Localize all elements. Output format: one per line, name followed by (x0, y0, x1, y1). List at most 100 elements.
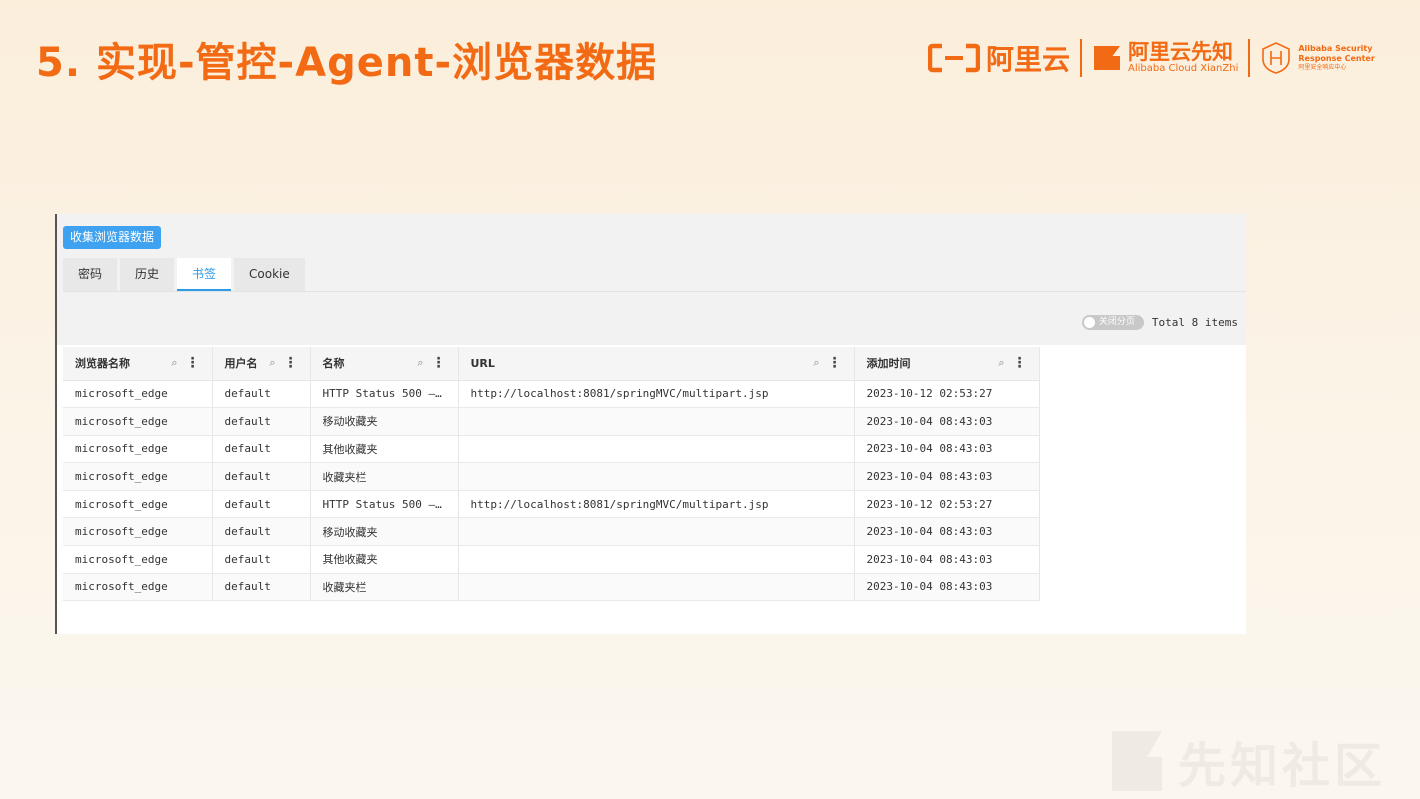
column-header-url[interactable]: URL ⌕ ⋮ (458, 347, 855, 381)
shield-icon (1262, 42, 1291, 74)
tab-passwords[interactable]: 密码 (63, 258, 118, 291)
slide-title: 5. 实现-管控-Agent-浏览器数据 (36, 40, 658, 86)
cell-username: default (212, 573, 311, 602)
table-row[interactable]: microsoft_edge default 其他收藏夹 2023-10-04 … (63, 435, 1040, 464)
asrc-logo: Alibaba Security Response Center 阿里安全响应中… (1260, 41, 1375, 75)
cell-username: default (212, 407, 311, 436)
xianzhi-logo-cn: 阿里云先知 (1128, 40, 1234, 64)
table-row[interactable]: microsoft_edge default 移动收藏夹 2023-10-04 … (63, 517, 1040, 547)
table-row[interactable]: microsoft_edge default 其他收藏夹 2023-10-04 … (63, 545, 1040, 574)
more-vertical-icon[interactable]: ⋮ (828, 355, 842, 371)
cell-url (458, 435, 855, 464)
xianzhi-mark-icon (1094, 46, 1121, 70)
column-header-added-time[interactable]: 添加时间 ⌕ ⋮ (854, 347, 1040, 381)
column-header-browser[interactable]: 浏览器名称 ⌕ ⋮ (63, 347, 213, 381)
cell-name: 移动收藏夹 (310, 407, 459, 436)
table-row[interactable]: microsoft_edge default 收藏夹栏 2023-10-04 0… (63, 573, 1040, 602)
browser-data-panel: 收集浏览器数据 密码 历史 书签 Cookie 关闭分页 Total 8 ite… (55, 214, 1246, 634)
column-header-username[interactable]: 用户名 ⌕ ⋮ (212, 347, 311, 381)
column-title: URL (470, 356, 495, 370)
cell-browser: microsoft_edge (63, 380, 213, 409)
cell-url: http://localhost:8081/springMVC/multipar… (458, 380, 855, 409)
cell-browser: microsoft_edge (63, 545, 213, 574)
xianzhi-watermark: 先知社区 (1108, 726, 1386, 796)
cell-name: HTTP Status 500 – … (310, 380, 459, 409)
search-icon[interactable]: ⌕ (269, 356, 275, 370)
more-vertical-icon[interactable]: ⋮ (1013, 355, 1027, 371)
cell-added-time: 2023-10-04 08:43:03 (854, 435, 1040, 464)
toggle-knob (1083, 317, 1095, 328)
cell-username: default (212, 380, 311, 409)
pagination-row: 关闭分页 Total 8 items (1081, 315, 1238, 330)
cell-name: 移动收藏夹 (310, 517, 459, 547)
cell-added-time: 2023-10-04 08:43:03 (854, 545, 1040, 574)
tab-bookmarks[interactable]: 书签 (177, 258, 232, 291)
asrc-logo-en-2: Response Center (1298, 54, 1375, 63)
pagination-toggle[interactable]: 关闭分页 (1081, 315, 1144, 330)
cell-added-time: 2023-10-04 08:43:03 (854, 517, 1040, 547)
total-items: Total 8 items (1151, 316, 1238, 329)
collect-browser-data-button[interactable]: 收集浏览器数据 (63, 226, 162, 249)
aliyun-logo: 阿里云 (928, 38, 1070, 78)
table-row[interactable]: microsoft_edge default HTTP Status 500 –… (63, 380, 1040, 409)
column-title: 用户名 (224, 357, 258, 371)
logo-divider (1080, 39, 1083, 77)
cell-added-time: 2023-10-04 08:43:03 (854, 462, 1040, 491)
cell-added-time: 2023-10-12 02:53:27 (854, 490, 1040, 519)
cell-url: http://localhost:8081/springMVC/multipar… (458, 490, 855, 519)
cell-name: 其他收藏夹 (310, 435, 459, 464)
cell-url (458, 407, 855, 436)
brand-logos: 阿里云 阿里云先知 Alibaba Cloud XianZhi Alibaba … (928, 36, 1375, 80)
column-title: 浏览器名称 (75, 357, 130, 371)
more-vertical-icon[interactable]: ⋮ (186, 355, 200, 371)
cell-url (458, 545, 855, 574)
search-icon[interactable]: ⌕ (813, 356, 819, 370)
cell-url (458, 462, 855, 491)
cell-username: default (212, 490, 311, 519)
column-header-name[interactable]: 名称 ⌕ ⋮ (310, 347, 459, 381)
panel-toolbar: 收集浏览器数据 密码 历史 书签 Cookie 关闭分页 Total 8 ite… (57, 214, 1246, 345)
cell-browser: microsoft_edge (63, 407, 213, 436)
search-icon[interactable]: ⌕ (171, 356, 177, 370)
cell-added-time: 2023-10-12 02:53:27 (854, 380, 1040, 409)
cell-username: default (212, 435, 311, 464)
aliyun-logo-text: 阿里云 (986, 43, 1071, 76)
search-icon[interactable]: ⌕ (998, 356, 1004, 370)
xianzhi-watermark-icon (1112, 731, 1162, 791)
column-title: 名称 (322, 357, 345, 371)
logo-divider (1248, 39, 1251, 77)
xianzhi-logo: 阿里云先知 Alibaba Cloud XianZhi (1092, 41, 1238, 75)
table-row[interactable]: microsoft_edge default 收藏夹栏 2023-10-04 0… (63, 462, 1040, 491)
cell-name: 收藏夹栏 (310, 462, 459, 491)
pagination-toggle-label: 关闭分页 (1098, 317, 1135, 327)
xianzhi-logo-en: Alibaba Cloud XianZhi (1128, 63, 1239, 74)
cell-name: 其他收藏夹 (310, 545, 459, 574)
cell-name: 收藏夹栏 (310, 573, 459, 602)
cell-browser: microsoft_edge (63, 490, 213, 519)
more-vertical-icon[interactable]: ⋮ (432, 355, 446, 371)
asrc-logo-en-1: Alibaba Security (1298, 44, 1373, 53)
cell-username: default (212, 545, 311, 574)
table-row[interactable]: microsoft_edge default HTTP Status 500 –… (63, 490, 1040, 519)
cell-browser: microsoft_edge (63, 573, 213, 602)
tab-history[interactable]: 历史 (120, 258, 175, 291)
bookmarks-table: 浏览器名称 ⌕ ⋮ 用户名 ⌕ ⋮ 名称 ⌕ ⋮ URL ⌕ ⋮ 添加时间 ⌕ … (63, 347, 1040, 602)
cell-added-time: 2023-10-04 08:43:03 (854, 407, 1040, 436)
watermark-text: 先知社区 (1178, 738, 1387, 794)
cell-url (458, 573, 855, 602)
asrc-logo-cn: 阿里安全响应中心 (1298, 64, 1347, 71)
column-title: 添加时间 (866, 357, 911, 371)
aliyun-mark-icon (928, 43, 980, 73)
tab-bar: 密码 历史 书签 Cookie (63, 258, 305, 291)
cell-browser: microsoft_edge (63, 435, 213, 464)
cell-url (458, 517, 855, 547)
search-icon[interactable]: ⌕ (417, 356, 423, 370)
cell-name: HTTP Status 500 – … (310, 490, 459, 519)
cell-browser: microsoft_edge (63, 517, 213, 547)
table-row[interactable]: microsoft_edge default 移动收藏夹 2023-10-04 … (63, 407, 1040, 436)
cell-username: default (212, 462, 311, 491)
cell-browser: microsoft_edge (63, 462, 213, 491)
tab-cookie[interactable]: Cookie (234, 258, 305, 291)
table-header-row: 浏览器名称 ⌕ ⋮ 用户名 ⌕ ⋮ 名称 ⌕ ⋮ URL ⌕ ⋮ 添加时间 ⌕ … (63, 347, 1040, 381)
more-vertical-icon[interactable]: ⋮ (284, 355, 298, 371)
